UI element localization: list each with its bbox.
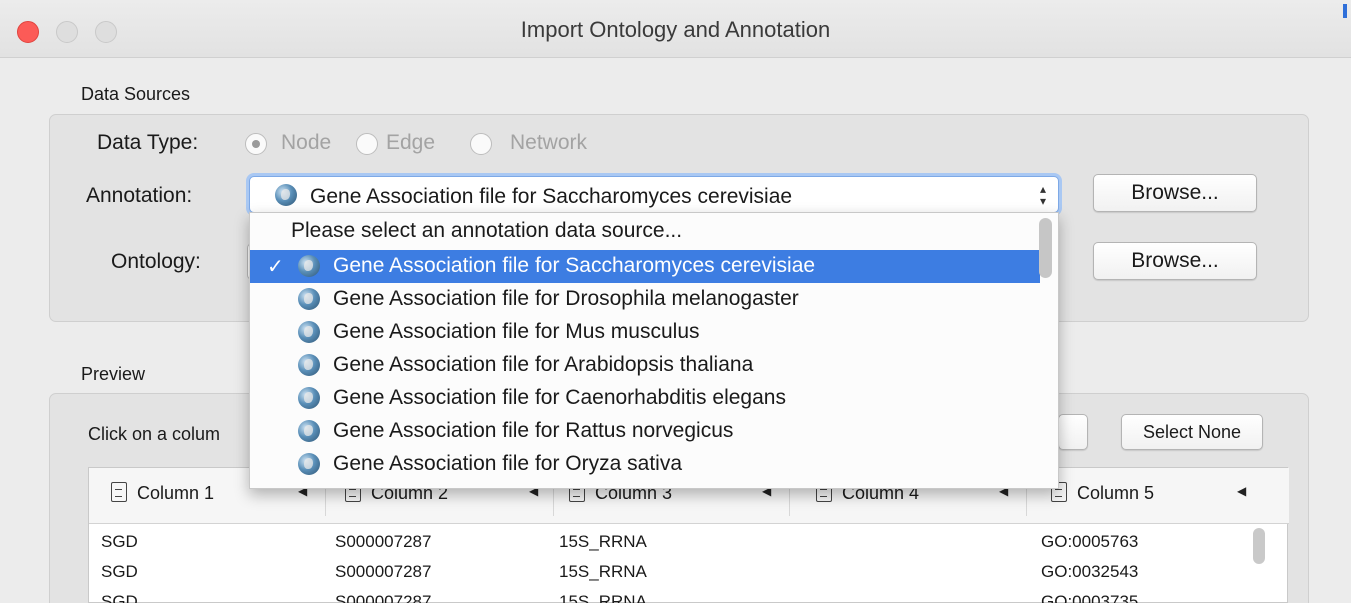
dropdown-item-oryza[interactable]: Gene Association file for Oryza sativa: [250, 448, 1040, 481]
dropdown-item-label: Gene Association file for Mus musculus: [333, 320, 700, 343]
dropdown-item-caenorhabditis[interactable]: Gene Association file for Caenorhabditis…: [250, 382, 1040, 415]
column-header-5[interactable]: Column 5: [1051, 482, 1154, 510]
data-sources-label: Data Sources: [81, 84, 191, 104]
dropdown-item-drosophila[interactable]: Gene Association file for Drosophila mel…: [250, 283, 1040, 316]
annotation-label: Annotation:: [86, 184, 193, 207]
column-header-1[interactable]: Column 1: [111, 482, 214, 510]
table-cell: S000007287: [335, 562, 432, 581]
radio-network-label: Network: [510, 131, 588, 154]
table-scrollbar-thumb[interactable]: [1253, 528, 1265, 564]
annotation-select[interactable]: Gene Association file for Saccharomyces …: [249, 176, 1059, 213]
globe-icon: [298, 321, 320, 343]
ontology-browse-button[interactable]: Browse...: [1093, 242, 1257, 280]
table-cell: S000007287: [335, 592, 432, 603]
dropdown-item-label: Gene Association file for Caenorhabditis…: [333, 386, 786, 409]
globe-icon: [298, 387, 320, 409]
dropdown-placeholder-item[interactable]: Please select an annotation data source.…: [250, 215, 1040, 248]
column-header-label: Column 5: [1077, 483, 1155, 503]
table-cell: 15S_RRNA: [559, 532, 647, 551]
dropdown-item-label: Gene Association file for Oryza sativa: [333, 452, 682, 475]
globe-icon: [275, 184, 297, 206]
radio-node[interactable]: [245, 133, 267, 155]
globe-icon: [298, 453, 320, 475]
globe-icon: [298, 420, 320, 442]
ontology-label: Ontology:: [111, 250, 201, 273]
radio-edge[interactable]: [356, 133, 378, 155]
table-cell: SGD: [101, 562, 138, 581]
data-type-label: Data Type:: [97, 131, 199, 154]
radio-selected-dot: [252, 140, 260, 148]
table-cell: GO:0032543: [1041, 562, 1139, 581]
dropdown-item-arabidopsis[interactable]: Gene Association file for Arabidopsis th…: [250, 349, 1040, 382]
preview-instruction: Click on a colum: [88, 424, 221, 444]
table-cell: 15S_RRNA: [559, 562, 647, 581]
select-none-button[interactable]: Select None: [1121, 414, 1263, 450]
annotation-dropdown-list: Please select an annotation data source.…: [249, 212, 1059, 489]
dropdown-item-mus[interactable]: Gene Association file for Mus musculus: [250, 316, 1040, 349]
checkmark-icon: ✓: [267, 256, 284, 278]
window-title: Import Ontology and Annotation: [520, 17, 831, 42]
dropdown-item-label: Gene Association file for Arabidopsis th…: [333, 353, 754, 376]
dropdown-item-rattus[interactable]: Gene Association file for Rattus norvegi…: [250, 415, 1040, 448]
table-cell: 15S_RRNA: [559, 592, 647, 603]
dropdown-item-label: Please select an annotation data source.…: [291, 219, 683, 242]
select-all-button[interactable]: [1058, 414, 1088, 450]
window-corner-mark: [1343, 4, 1347, 18]
triangle-left-icon[interactable]: ◀: [1237, 484, 1246, 498]
annotation-browse-button[interactable]: Browse...: [1093, 174, 1257, 212]
preview-label: Preview: [81, 364, 146, 384]
title-bar: Import Ontology and Annotation: [0, 0, 1351, 58]
globe-icon: [298, 354, 320, 376]
table-cell: S000007287: [335, 532, 432, 551]
annotation-selected-value: Gene Association file for Saccharomyces …: [310, 185, 793, 208]
table-cell: GO:0005763: [1041, 532, 1139, 551]
globe-icon: [298, 288, 320, 310]
document-icon: [111, 482, 127, 502]
table-cell: GO:0003735: [1041, 592, 1139, 603]
radio-node-label: Node: [281, 131, 332, 154]
table-cell: SGD: [101, 592, 138, 603]
dropdown-item-label: Gene Association file for Rattus norvegi…: [333, 419, 734, 442]
globe-icon: [298, 255, 320, 277]
dropdown-scrollbar-thumb[interactable]: [1039, 218, 1052, 278]
radio-network[interactable]: [470, 133, 492, 155]
dropdown-item-saccharomyces[interactable]: ✓ Gene Association file for Saccharomyce…: [250, 250, 1040, 283]
updown-arrows-icon: ▴ ▾: [1039, 182, 1046, 208]
radio-edge-label: Edge: [386, 131, 436, 154]
dropdown-item-label: Gene Association file for Drosophila mel…: [333, 287, 799, 310]
table-cell: SGD: [101, 532, 138, 551]
dropdown-item-label: Gene Association file for Saccharomyces …: [333, 254, 816, 277]
column-header-label: Column 1: [137, 483, 215, 503]
